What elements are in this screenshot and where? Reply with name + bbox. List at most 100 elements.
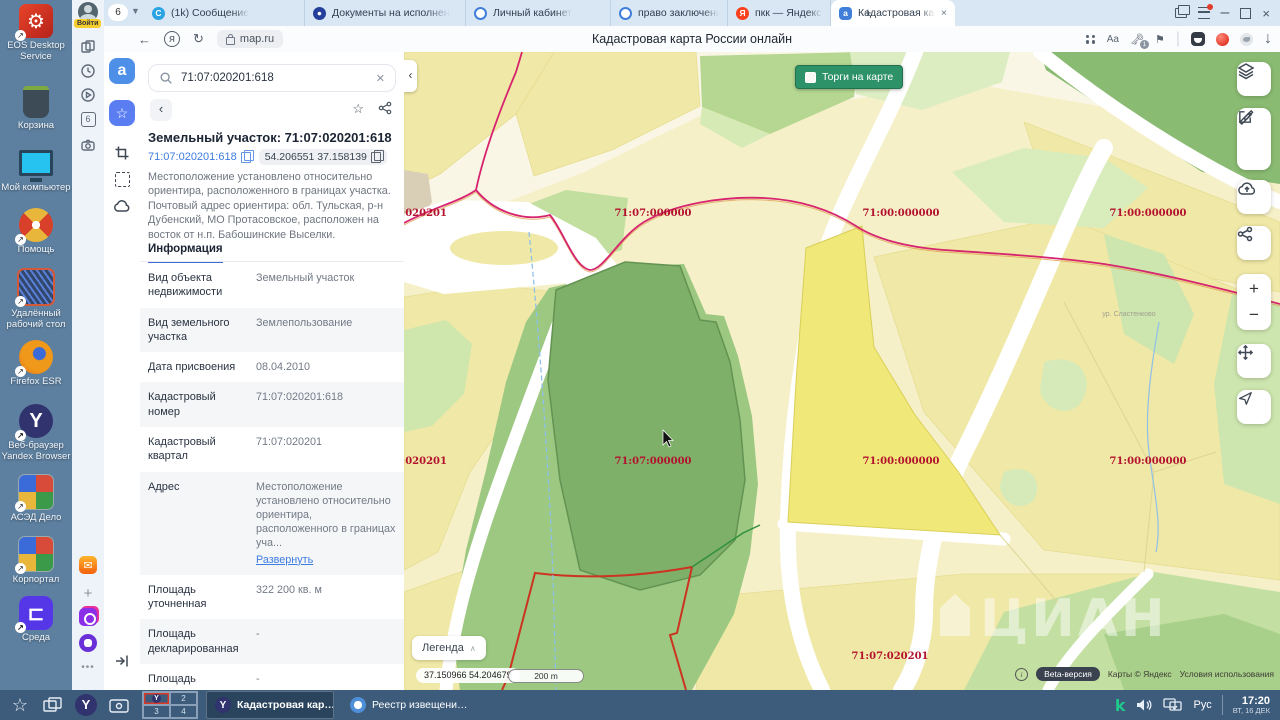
extensions-grid-icon[interactable] bbox=[1085, 34, 1096, 44]
cadastral-label: 71:00:000000 bbox=[863, 208, 940, 219]
task-window-cadastral[interactable]: Y Кадастровая кар… bbox=[206, 691, 334, 719]
show-windows-icon[interactable] bbox=[40, 694, 66, 716]
desktop-icon-trash[interactable]: Корзина bbox=[0, 86, 72, 132]
terms-link[interactable]: Условия использования bbox=[1180, 669, 1274, 679]
map-collapse-button[interactable]: ‹ bbox=[404, 60, 417, 92]
tab-favicon: a bbox=[839, 6, 852, 20]
workspace-3[interactable]: 3 bbox=[143, 705, 170, 718]
tab-information[interactable]: Информация bbox=[148, 243, 223, 263]
tab-yandex-search[interactable]: Я пкк — Яндекс: нашлось bbox=[728, 0, 831, 26]
desktop-icon-sreda[interactable]: ⊏ ↗ Среда bbox=[0, 596, 72, 644]
expand-link[interactable]: Развернуть bbox=[256, 553, 313, 567]
app-logo[interactable]: a bbox=[109, 58, 135, 84]
tab-close-icon[interactable]: × bbox=[941, 7, 947, 19]
table-row: Площадь - bbox=[148, 673, 260, 686]
launcher-star-icon[interactable]: ☆ bbox=[7, 694, 33, 716]
legend-button[interactable]: Легенда ∧ bbox=[412, 636, 486, 660]
search-input[interactable]: 71:07:020201:618 bbox=[181, 72, 368, 84]
desktop-icon-my-computer[interactable]: Мой компьютер bbox=[0, 146, 72, 194]
mail-icon[interactable]: ✉ bbox=[79, 556, 97, 574]
beta-badge: Beta-версия bbox=[1036, 667, 1100, 681]
consultant-tray-icon[interactable]: k bbox=[1115, 696, 1126, 715]
close-button[interactable]: × bbox=[1262, 6, 1270, 21]
tab-counter-badge[interactable]: 6 bbox=[79, 110, 97, 128]
folder-viewer-icon[interactable] bbox=[106, 694, 132, 716]
desktop-icon-yandex-browser[interactable]: Y ↗ Веб-браузер Yandex Browser bbox=[0, 404, 72, 463]
screenshot-camera-icon[interactable] bbox=[79, 136, 97, 154]
sidebar-favorites-active[interactable]: ☆ bbox=[109, 100, 135, 126]
my-location-button[interactable] bbox=[1237, 390, 1271, 424]
menu-icon[interactable] bbox=[1197, 4, 1213, 19]
edit-icon[interactable] bbox=[1237, 108, 1254, 125]
copy-icon[interactable] bbox=[240, 149, 254, 163]
pan-button[interactable] bbox=[1237, 344, 1271, 378]
crop-tool-icon[interactable] bbox=[113, 144, 131, 162]
map-share-button[interactable] bbox=[1237, 226, 1271, 260]
tab-count-pill[interactable]: 6 bbox=[108, 4, 128, 21]
tab-messages[interactable]: C (1k) Сообщение bbox=[144, 0, 305, 26]
share-nodes-icon bbox=[1237, 226, 1253, 242]
saved-tabs-icon[interactable] bbox=[1174, 5, 1190, 18]
cloud-icon[interactable] bbox=[113, 197, 131, 215]
cadastral-map[interactable]: 71:07:020201 71:07:000000 71:00:000000 7… bbox=[404, 52, 1280, 690]
torgi-toggle-button[interactable]: Торги на карте bbox=[795, 65, 904, 89]
tab-documents[interactable]: ● Документы на исполнен bbox=[305, 0, 466, 26]
tab-cadastral-map-active[interactable]: a Кадастровая карта Ро × bbox=[831, 0, 955, 26]
cloud-upload-button[interactable] bbox=[1237, 180, 1271, 214]
zoom-out-button[interactable]: − bbox=[1249, 302, 1259, 328]
displays-icon[interactable] bbox=[1163, 697, 1183, 713]
clock[interactable]: 17:20 ВТ, 16 ДЕК bbox=[1221, 694, 1270, 716]
tab-law[interactable]: право заключения догов bbox=[611, 0, 728, 26]
play-icon[interactable] bbox=[79, 86, 97, 104]
add-panel-icon[interactable]: + bbox=[79, 584, 97, 602]
panel-back-button[interactable]: ‹ bbox=[150, 99, 172, 121]
copy-icon[interactable] bbox=[370, 149, 384, 163]
collapse-panel-icon[interactable] bbox=[113, 652, 131, 670]
more-dots-icon[interactable]: ••• bbox=[79, 658, 97, 676]
alice-icon[interactable] bbox=[79, 634, 97, 652]
layers-button[interactable] bbox=[1237, 62, 1271, 96]
desktop-icon-label: Среда bbox=[21, 632, 51, 643]
desktop-icon-korportal[interactable]: ↗ Корпортал bbox=[0, 536, 72, 586]
desktop-icon-help[interactable]: ↗ Помощь bbox=[0, 208, 72, 256]
language-indicator[interactable]: Рус bbox=[1193, 699, 1211, 711]
signin-badge[interactable]: Войти bbox=[74, 19, 102, 28]
tabs-chevron-down-icon[interactable]: ▼ bbox=[131, 6, 140, 16]
workspace-1-active[interactable]: Y bbox=[143, 692, 170, 705]
desktop-icon-firefox[interactable]: ↗ Firefox ESR bbox=[0, 340, 72, 388]
desktop-icon-asad-delo[interactable]: ↗ АСЭД Дело bbox=[0, 474, 72, 524]
location-arrow-icon bbox=[1239, 392, 1252, 405]
favorite-star-icon[interactable]: ☆ bbox=[352, 101, 364, 117]
minimize-button[interactable]: – bbox=[1221, 4, 1230, 22]
reader-mode-icon[interactable]: Aa bbox=[1107, 34, 1119, 45]
info-icon[interactable]: i bbox=[1015, 667, 1029, 681]
clear-search-icon[interactable]: ✕ bbox=[376, 72, 385, 85]
workspace-2[interactable]: 2 bbox=[170, 692, 197, 705]
history-clock-icon[interactable] bbox=[79, 62, 97, 80]
selection-area-icon[interactable] bbox=[113, 170, 131, 188]
tab-panels-icon[interactable] bbox=[79, 38, 97, 56]
protect-icon[interactable]: 🗝 1 bbox=[1130, 33, 1149, 49]
search-box[interactable]: 71:07:020201:618 ✕ bbox=[148, 64, 396, 92]
extension-bird-icon[interactable] bbox=[1240, 32, 1253, 46]
desktop-icon-remote-desktop[interactable]: ↗ Удалённый рабочий стол bbox=[0, 268, 72, 331]
desktop-icon-eos[interactable]: ⚙ ↗ EOS Desktop Service bbox=[0, 4, 72, 63]
zoom-in-button[interactable]: + bbox=[1249, 276, 1259, 302]
tab-personal-cabinet[interactable]: Личный кабинет bbox=[466, 0, 611, 26]
bookmark-flag-icon[interactable]: ⚑ bbox=[1155, 33, 1165, 46]
cadastral-number-chip[interactable]: 71:07:020201:618 bbox=[148, 149, 254, 163]
task-window-registry[interactable]: Реестр извещени… bbox=[342, 692, 468, 718]
yandex-taskbar-icon[interactable]: Y bbox=[73, 694, 99, 716]
torgi-checkbox[interactable] bbox=[805, 71, 816, 83]
extension-ball-icon[interactable] bbox=[1216, 32, 1229, 46]
desktop-icon-label: Firefox ESR bbox=[10, 376, 62, 387]
new-tab-button[interactable]: + bbox=[864, 5, 872, 20]
downloads-icon[interactable]: ↓ bbox=[1264, 30, 1272, 48]
alice-toolbar-icon[interactable] bbox=[1191, 32, 1205, 46]
workspace-4[interactable]: 4 bbox=[170, 705, 197, 718]
coordinates-chip[interactable]: 54.206551 37.158139 bbox=[258, 149, 387, 165]
maximize-button[interactable] bbox=[1240, 7, 1252, 19]
screenshot-tool-icon[interactable] bbox=[79, 608, 97, 626]
share-icon[interactable] bbox=[378, 101, 392, 115]
volume-icon[interactable] bbox=[1135, 697, 1153, 713]
